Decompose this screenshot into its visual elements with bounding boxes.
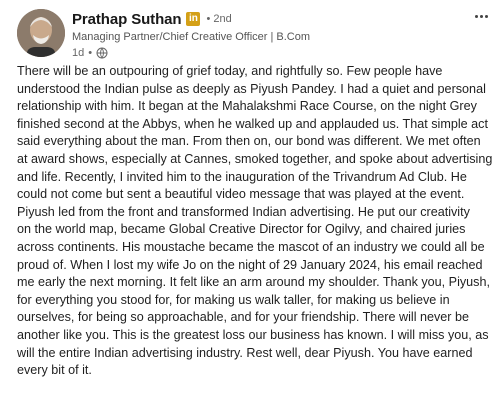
post-card: Prathap Suthan in • 2nd Managing Partner… [0,0,504,401]
more-dot [479,14,483,18]
author-block: Prathap Suthan in • 2nd Managing Partner… [72,9,472,60]
author-name-line: Prathap Suthan in • 2nd [72,9,472,29]
post-text-line: on the world map, became Global Creative… [17,222,466,237]
avatar-photo-icon [17,9,65,57]
author-name[interactable]: Prathap Suthan [72,11,182,28]
post-text-line: at award shows, especially at Cannes, sm… [17,151,493,166]
post-text-line: across continents. His moustache became … [17,239,485,254]
post-text-line: and life. Recently, I invited him to the… [17,169,467,184]
post-text-line: understood the Indian pulse as deeply as… [17,81,486,96]
post-text-line: proud of. When I lost my wife Jo on the … [17,257,483,272]
post-text-line: Piyush led from the front and transforme… [17,204,470,219]
more-dot [484,14,488,18]
post-text-line: could not come but sent a beautiful vide… [17,187,465,202]
post-text-line: will the entire Indian advertising indus… [17,345,473,360]
more-options-button[interactable] [470,8,492,24]
more-dot [474,14,478,18]
meta-separator: • [88,46,93,59]
post-text-line: There will be an outpouring of grief tod… [17,64,443,78]
post-text-line: another like you. This is the greatest l… [17,327,489,342]
author-headline: Managing Partner/Chief Creative Officer … [72,31,311,43]
post-time: 1d [72,46,85,59]
post-text-line: for everything you stood for, for making… [17,292,450,307]
post-text-line: relationship with him. It began at the M… [17,99,477,114]
post-text-line: finished second at the Abbys, when he wa… [17,116,488,131]
post-text-line: me early the next morning. It felt like … [17,275,490,290]
post-text-line: ourselves, for being so approachable, an… [17,310,470,325]
post-meta: 1d • [72,45,472,60]
connection-degree: • 2nd [206,13,232,25]
post-body: There will be an outpouring of grief tod… [17,63,493,380]
author-avatar[interactable] [17,9,65,57]
post-text-line: said everything about the man. From then… [17,134,481,149]
premium-badge-icon: in [186,12,201,26]
globe-icon [96,47,108,59]
post-text-line: every bit of it. [17,363,92,378]
